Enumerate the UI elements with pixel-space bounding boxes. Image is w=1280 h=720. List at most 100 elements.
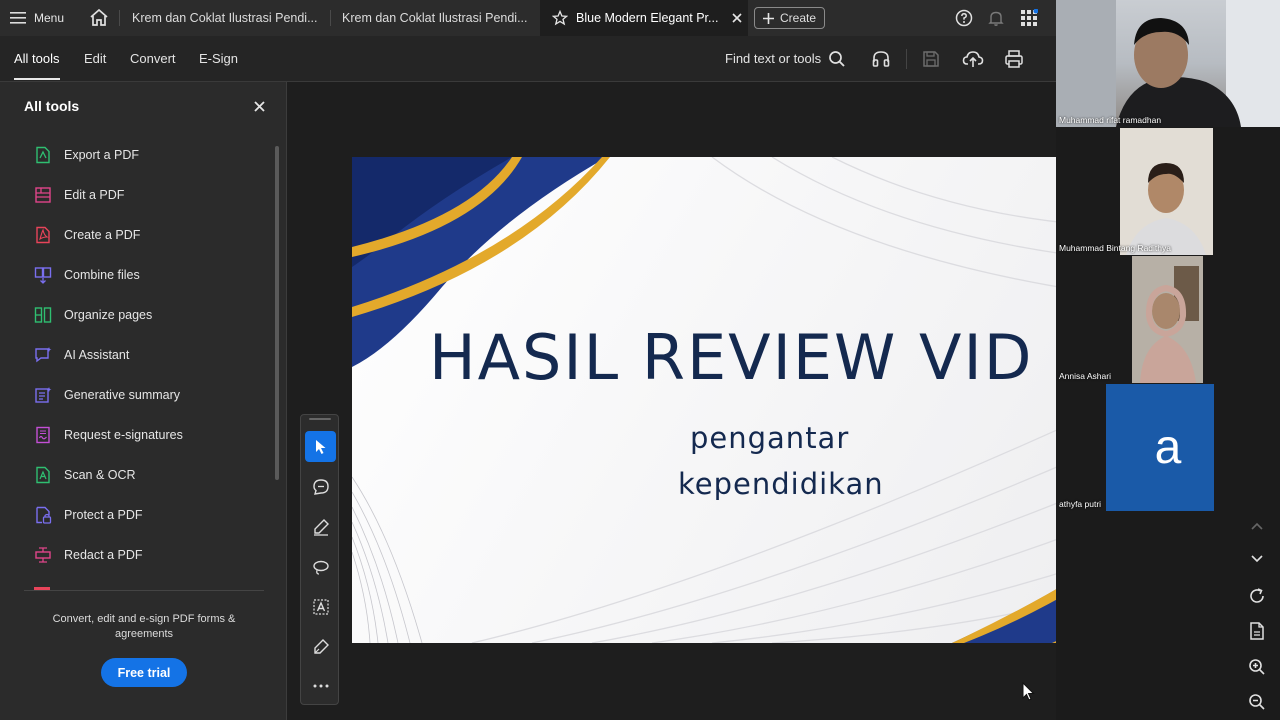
tool-protect-pdf[interactable]: Protect a PDF (34, 503, 143, 527)
tool-create-pdf[interactable]: Create a PDF (34, 223, 140, 247)
save-icon[interactable] (921, 49, 941, 69)
scan-ocr-icon (34, 466, 52, 484)
plus-icon (762, 12, 774, 24)
slide-subtitle-line2: kependidikan (678, 467, 884, 501)
text-box-icon (312, 598, 330, 616)
page-down-button[interactable] (1246, 548, 1268, 570)
combine-files-icon (34, 266, 52, 284)
menu-all-tools[interactable]: All tools (14, 51, 60, 66)
create-pdf-icon (34, 226, 52, 244)
edit-pdf-icon (34, 186, 52, 204)
create-button[interactable]: Create (754, 7, 825, 29)
tool-export-pdf[interactable]: Export a PDF (34, 143, 139, 167)
participant-tile[interactable]: a athyfa putri (1056, 384, 1214, 511)
ai-assistant-icon (34, 346, 52, 364)
generative-summary-icon (34, 386, 52, 404)
zoom-out-icon (1248, 693, 1266, 711)
tool-label: Combine files (64, 268, 140, 282)
tool-label: Request e-signatures (64, 428, 183, 442)
sidebar-scrollbar[interactable] (275, 146, 279, 480)
participant-name: Muhammad rifat ramadhan (1059, 115, 1162, 125)
tool-scan-ocr[interactable]: Scan & OCR (34, 463, 136, 487)
participant-tile[interactable]: Muhammad rifat ramadhan (1056, 0, 1280, 127)
tab-document-3-active[interactable]: Blue Modern Elegant Pr... (540, 0, 748, 36)
hamburger-icon (10, 12, 26, 24)
tool-label: Edit a PDF (64, 188, 125, 202)
rotate-button[interactable] (1246, 585, 1268, 607)
search-icon[interactable] (828, 50, 846, 68)
free-trial-button[interactable]: Free trial (101, 658, 187, 687)
document-icon (1249, 622, 1265, 640)
tool-request-esignatures[interactable]: Request e-signatures (34, 423, 183, 447)
more-dots-icon (313, 684, 329, 688)
slide-subtitle-line1: pengantar (690, 421, 850, 455)
chevron-down-icon (1251, 555, 1263, 563)
draw-button[interactable] (305, 551, 336, 582)
chevron-up-icon (1251, 522, 1263, 530)
help-icon[interactable] (955, 9, 973, 27)
tool-edit-pdf[interactable]: Edit a PDF (34, 183, 124, 207)
find-text-or-tools[interactable]: Find text or tools (725, 51, 821, 66)
sign-button[interactable] (305, 631, 336, 662)
highlight-button[interactable] (305, 511, 336, 542)
participant-video (1132, 256, 1203, 383)
zoom-in-button[interactable] (1246, 656, 1268, 678)
bell-icon[interactable] (987, 9, 1005, 27)
read-aloud-icon[interactable] (871, 49, 891, 69)
star-icon[interactable] (552, 10, 568, 26)
page-thumbnails-button[interactable] (1246, 620, 1268, 642)
tool-label: Redact a PDF (64, 548, 143, 562)
upload-cloud-icon[interactable] (962, 49, 984, 69)
lasso-icon (312, 558, 330, 576)
apps-grid-icon[interactable] (1020, 9, 1038, 27)
close-sidebar-icon[interactable] (254, 101, 265, 112)
toolbar-divider (906, 49, 907, 69)
menu-esign[interactable]: E-Sign (199, 51, 238, 66)
tool-label: Generative summary (64, 388, 181, 402)
select-tool-button[interactable] (305, 431, 336, 462)
zoom-out-button[interactable] (1246, 691, 1268, 713)
tool-organize-pages[interactable]: Organize pages (34, 303, 152, 327)
participant-video (1120, 128, 1213, 255)
page-up-button[interactable] (1246, 515, 1268, 537)
tool-label: Export a PDF (64, 148, 140, 162)
comment-icon (312, 478, 330, 496)
tool-label: Scan & OCR (64, 468, 136, 482)
menu-button[interactable]: Menu (10, 8, 64, 28)
tab-label: Blue Modern Elegant Pr... (576, 11, 719, 25)
tab-label: Krem dan Coklat Ilustrasi Pendi... (132, 11, 318, 25)
tool-label: Protect a PDF (64, 508, 143, 522)
redact-pdf-icon (34, 546, 52, 564)
tool-redact-pdf[interactable]: Redact a PDF (34, 543, 143, 567)
drag-handle[interactable] (309, 418, 331, 420)
tool-generative-summary[interactable]: Generative summary (34, 383, 180, 407)
promo-text: Convert, edit and e-sign PDF forms & agr… (52, 613, 236, 640)
pen-icon (312, 518, 330, 536)
slide-title: HASIL REVIEW VID (429, 321, 1034, 394)
sidebar-title: All tools (24, 98, 80, 114)
more-tools-button[interactable] (305, 670, 336, 701)
text-box-button[interactable] (305, 591, 336, 622)
cursor-arrow-icon (314, 439, 328, 455)
home-icon[interactable] (88, 7, 110, 29)
add-comment-button[interactable] (305, 471, 336, 502)
tool-combine-files[interactable]: Combine files (34, 263, 140, 287)
participant-tile[interactable]: Annisa Ashari (1056, 256, 1214, 383)
menu-convert[interactable]: Convert (130, 51, 176, 66)
tool-label: AI Assistant (64, 348, 130, 362)
tab-document-1[interactable]: Krem dan Coklat Ilustrasi Pendi... (120, 0, 330, 36)
active-menu-underline (14, 78, 60, 80)
zoom-in-icon (1248, 658, 1266, 676)
menu-edit[interactable]: Edit (84, 51, 106, 66)
request-esignatures-icon (34, 426, 52, 444)
export-pdf-icon (34, 146, 52, 164)
tool-ai-assistant[interactable]: AI Assistant (34, 343, 129, 367)
close-tab-icon[interactable] (732, 13, 743, 23)
mouse-cursor-icon (1022, 682, 1036, 702)
protect-pdf-icon (34, 506, 52, 524)
tab-document-2[interactable]: Krem dan Coklat Ilustrasi Pendi... (330, 0, 540, 36)
sidebar-divider (24, 590, 264, 591)
participant-tile[interactable]: Muhammad Bintang Radithya (1056, 128, 1214, 255)
sign-pen-icon (312, 638, 330, 656)
print-icon[interactable] (1004, 49, 1024, 69)
